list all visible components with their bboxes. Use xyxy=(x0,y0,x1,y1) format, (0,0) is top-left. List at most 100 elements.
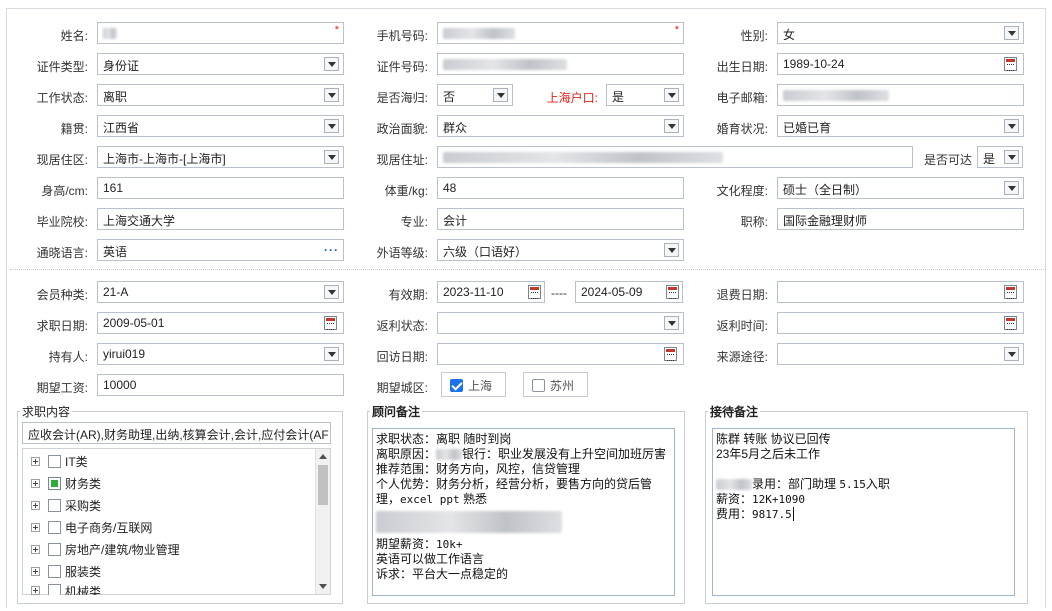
section-divider xyxy=(10,269,1046,270)
tree-scrollbar[interactable] xyxy=(315,449,330,594)
holder-select[interactable]: yirui019 xyxy=(97,343,344,365)
political-select[interactable]: 群众 xyxy=(437,115,684,137)
expand-icon[interactable] xyxy=(31,544,40,554)
reachable-label: 是否可达 xyxy=(923,153,972,167)
tree-item[interactable]: 机械类 xyxy=(31,583,101,595)
expand-icon[interactable] xyxy=(31,500,40,510)
chevron-down-icon[interactable] xyxy=(1004,150,1019,164)
checkbox-icon[interactable] xyxy=(48,454,61,468)
height-field[interactable]: 161 xyxy=(97,177,344,199)
checkbox-icon[interactable] xyxy=(48,564,61,578)
chevron-down-icon[interactable] xyxy=(324,119,339,133)
checkbox-icon[interactable] xyxy=(48,584,61,595)
reachable-select[interactable]: 是 xyxy=(977,146,1023,168)
birth-date-field[interactable]: 1989-10-24 xyxy=(777,53,1024,75)
address-field[interactable] xyxy=(437,146,913,168)
member-type-value: 21-A xyxy=(103,285,129,299)
advisor-notes-textarea[interactable]: 求职状态：离职 随时到岗 离职原因： 银行：职业发展没有上升空间加班厉害 推荐范围… xyxy=(372,428,675,596)
city-option-shanghai[interactable]: 上海 xyxy=(441,372,506,397)
tree-item[interactable]: 房地产/建筑/物业管理 xyxy=(31,539,180,559)
job-title-field[interactable]: 国际金融理财师 xyxy=(777,208,1024,230)
idtype-select[interactable]: 身份证 xyxy=(97,53,344,75)
email-field[interactable] xyxy=(777,84,1024,106)
checkbox-icon[interactable] xyxy=(48,498,61,512)
marital-select[interactable]: 已婚已育 xyxy=(777,115,1024,137)
member-type-select[interactable]: 21-A xyxy=(97,281,344,303)
calendar-icon[interactable] xyxy=(1004,285,1017,299)
work-status-select[interactable]: 离职 xyxy=(97,84,344,106)
rebate-time-field[interactable] xyxy=(777,312,1024,334)
chevron-down-icon[interactable] xyxy=(664,88,679,102)
chevron-down-icon[interactable] xyxy=(1004,347,1019,361)
note-line: 英语可以做工作语言 xyxy=(376,552,485,566)
language-level-select[interactable]: 六级（口语好） xyxy=(437,239,684,261)
scroll-down-icon[interactable] xyxy=(319,584,327,589)
chevron-down-icon[interactable] xyxy=(664,316,679,330)
chevron-down-icon[interactable] xyxy=(1004,181,1019,195)
checkbox-icon[interactable] xyxy=(48,542,61,556)
calendar-icon[interactable] xyxy=(664,347,677,361)
scroll-up-icon[interactable] xyxy=(319,454,327,459)
job-summary-field[interactable]: 应收会计(AR),财务助理,出纳,核算会计,会计,应付会计(AF xyxy=(22,422,331,444)
refund-date-field[interactable] xyxy=(777,281,1024,303)
major-field[interactable]: 会计 xyxy=(437,208,684,230)
expand-icon[interactable] xyxy=(31,586,40,595)
calendar-icon[interactable] xyxy=(1004,57,1017,71)
checkbox-checked-icon[interactable] xyxy=(450,379,463,392)
job-date-field[interactable]: 2009-05-01 xyxy=(97,312,344,334)
chevron-down-icon[interactable] xyxy=(493,88,508,102)
scroll-thumb[interactable] xyxy=(318,465,328,505)
chevron-down-icon[interactable] xyxy=(324,57,339,71)
calendar-icon[interactable] xyxy=(666,285,679,299)
checkbox-checked-icon[interactable] xyxy=(48,476,61,490)
salary-field[interactable]: 10000 xyxy=(97,374,344,396)
source-select[interactable] xyxy=(777,343,1024,365)
checkbox-icon[interactable] xyxy=(532,379,545,392)
tree-item[interactable]: 服装类 xyxy=(31,561,101,581)
checkbox-icon[interactable] xyxy=(48,520,61,534)
chevron-down-icon[interactable] xyxy=(324,150,339,164)
validity-start-field[interactable]: 2023-11-10 xyxy=(437,281,545,303)
calendar-icon[interactable] xyxy=(528,285,541,299)
tree-item[interactable]: 电子商务/互联网 xyxy=(31,517,152,537)
chevron-down-icon[interactable] xyxy=(664,119,679,133)
note-line: 23年5月之后未工作 xyxy=(716,447,821,461)
tree-item[interactable]: 采购类 xyxy=(31,495,101,515)
chevron-down-icon[interactable] xyxy=(324,347,339,361)
more-options-icon[interactable]: ··· xyxy=(324,243,339,257)
row-jobdate-rebate: 求职日期: 2009-05-01 返利状态: 返利时间: xyxy=(0,312,1052,336)
calendar-icon[interactable] xyxy=(1004,316,1017,330)
gender-select[interactable]: 女 xyxy=(777,22,1024,44)
region-select[interactable]: 上海市-上海市-[上海市] xyxy=(97,146,344,168)
overseas-select[interactable]: 否 xyxy=(437,84,513,106)
expand-icon[interactable] xyxy=(31,522,40,532)
weight-field[interactable]: 48 xyxy=(437,177,684,199)
chevron-down-icon[interactable] xyxy=(1004,26,1019,40)
rebate-status-select[interactable] xyxy=(437,312,684,334)
tree-item[interactable]: 财务类 xyxy=(31,473,101,493)
reception-notes-textarea[interactable]: 陈群 转账 协议已回传 23年5月之后未工作 录用：部门助理 5.15入职 薪资… xyxy=(712,428,1015,596)
job-date-label: 求职日期: xyxy=(36,319,88,333)
chevron-down-icon[interactable] xyxy=(1004,119,1019,133)
native-select[interactable]: 江西省 xyxy=(97,115,344,137)
phone-field[interactable]: * xyxy=(437,22,684,44)
chevron-down-icon[interactable] xyxy=(324,285,339,299)
validity-end-field[interactable]: 2024-05-09 xyxy=(575,281,683,303)
language-field[interactable]: 英语 ··· xyxy=(97,239,344,261)
city-option-suzhou[interactable]: 苏州 xyxy=(523,372,588,397)
gender-value: 女 xyxy=(783,28,796,42)
name-field[interactable]: * xyxy=(97,22,344,44)
chevron-down-icon[interactable] xyxy=(324,88,339,102)
visit-date-field[interactable] xyxy=(437,343,684,365)
hukou-select[interactable]: 是 xyxy=(606,84,684,106)
tree-item[interactable]: IT类 xyxy=(31,451,88,471)
idno-field[interactable] xyxy=(437,53,684,75)
school-field[interactable]: 上海交通大学 xyxy=(97,208,344,230)
education-select[interactable]: 硕士（全日制） xyxy=(777,177,1024,199)
chevron-down-icon[interactable] xyxy=(664,243,679,257)
expand-icon[interactable] xyxy=(31,566,40,576)
job-title-value: 国际金融理财师 xyxy=(783,214,868,228)
expand-icon[interactable] xyxy=(31,478,40,488)
expand-icon[interactable] xyxy=(31,456,40,466)
calendar-icon[interactable] xyxy=(324,316,337,330)
